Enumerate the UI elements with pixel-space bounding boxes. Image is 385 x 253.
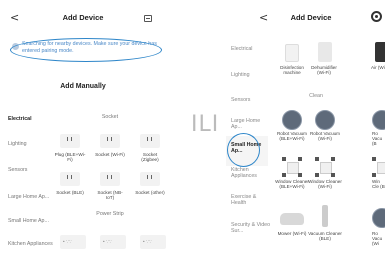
vacuum-cleaner-icon[interactable] (322, 205, 328, 227)
device-label: Win Cle (B (372, 179, 385, 190)
power-strip-icon[interactable]: • ∵∵ (140, 235, 166, 249)
sidebar-item-sensors[interactable]: Sensors (231, 97, 271, 103)
socket-icon[interactable] (140, 134, 160, 148)
socket-icon[interactable] (100, 134, 120, 148)
power-strip-icon[interactable]: • ∵∵ (100, 235, 126, 249)
socket-icon[interactable] (60, 172, 80, 186)
device-label: Ro Vacu (Wi (372, 231, 383, 247)
socket-icon[interactable] (100, 172, 120, 186)
header: < Add Device (226, 0, 385, 40)
sidebar-item-lighting[interactable]: Lighting (231, 72, 271, 78)
header: < Add Device (0, 0, 166, 40)
device-label: Vacuum Cleaner (BLE) (308, 231, 342, 242)
page-title: Add Device (290, 13, 332, 22)
device-label: Mower (Wi-Fi) (277, 231, 307, 236)
power-strip-icon[interactable]: • ∵∵ (60, 235, 86, 249)
sidebar-item-kitchen-appliances[interactable]: Kitchen Appliances (8, 241, 53, 247)
device-label: Socket (Zigbee) (141, 152, 159, 163)
window-cleaner-icon[interactable] (315, 157, 335, 177)
device-label: Disinfection machine (280, 65, 304, 76)
mower-icon[interactable] (280, 213, 304, 225)
device-label: Socket (Wi-Fi) (95, 152, 125, 157)
device-label: Window Cleaner (Wi-Fi) (308, 179, 342, 190)
divider-glyph: ILI (191, 112, 220, 137)
socket-icon[interactable] (140, 172, 160, 186)
device-label: Socket (other) (135, 190, 165, 195)
sidebar-item-electrical[interactable]: Electrical (231, 46, 271, 52)
searching-message: Searching for nearby devices. Make sure … (22, 41, 162, 55)
sidebar-item-security-video[interactable]: Security & Video Sur... (231, 222, 271, 234)
robot-vacuum-icon[interactable] (315, 110, 335, 130)
device-label: Robot Vacuum (Wi-Fi) (309, 131, 341, 142)
disinfection-machine-icon[interactable] (285, 44, 299, 62)
group-title-power-strip: Power Strip (96, 211, 124, 217)
searching-banner: Searching for nearby devices. Make sure … (10, 40, 164, 62)
device-label: Socket (BLE) (56, 190, 84, 195)
dehumidifier-icon[interactable] (318, 42, 332, 62)
robot-vacuum-icon[interactable] (372, 208, 385, 228)
robot-vacuum-icon[interactable] (372, 110, 385, 130)
group-title-clean: Clean (309, 93, 323, 99)
sidebar-item-large-home-appliances[interactable]: Large Home Ap... (231, 118, 271, 130)
window-cleaner-icon[interactable] (372, 157, 385, 177)
gear-icon[interactable] (371, 11, 382, 22)
sidebar-item-electrical[interactable]: Electrical (8, 116, 53, 122)
back-icon[interactable]: < (259, 12, 268, 23)
pairing-mode-link[interactable]: pairing mode. (41, 48, 73, 54)
device-label: Socket (NB-IoT) (97, 190, 123, 201)
scan-icon[interactable] (144, 15, 152, 22)
robot-vacuum-icon[interactable] (282, 110, 302, 130)
sidebar-item-small-home-appliances[interactable]: Small Home Ap... (231, 142, 271, 154)
sidebar-item-sensors[interactable]: Sensors (8, 167, 53, 173)
device-label: Air (Wi (371, 65, 385, 70)
add-manually-heading: Add Manually (60, 83, 106, 90)
add-device-manual-screen: < Add Device Searching for nearby device… (0, 0, 166, 253)
sidebar-item-large-home-appliances[interactable]: Large Home Ap... (8, 194, 53, 200)
device-label: Dehumidifier (Wi-Fi) (311, 65, 337, 76)
sidebar-item-lighting[interactable]: Lighting (8, 141, 53, 147)
device-label: Window Cleaner (BLE+Wi-Fi) (275, 179, 309, 190)
sidebar-item-kitchen-appliances[interactable]: Kitchen Appliances (231, 167, 271, 179)
air-purifier-icon[interactable] (375, 42, 385, 62)
page-title: Add Device (62, 13, 104, 22)
device-label: Robot Vacuum (BLE+Wi-Fi) (276, 131, 308, 142)
device-label: Ro Vacu (B (372, 131, 383, 147)
add-device-category-screen: < Add Device Electrical Lighting Sensors… (226, 0, 385, 253)
window-cleaner-icon[interactable] (282, 157, 302, 177)
device-label: Plug (BLE+Wi-Fi) (54, 152, 86, 163)
sidebar-item-small-home-appliances[interactable]: Small Home Ap... (8, 218, 53, 224)
search-indicator-icon (12, 43, 19, 50)
plug-icon[interactable] (60, 134, 80, 148)
sidebar-item-exercise-health[interactable]: Exercise & Health (231, 194, 271, 206)
group-title-socket: Socket (101, 114, 119, 120)
